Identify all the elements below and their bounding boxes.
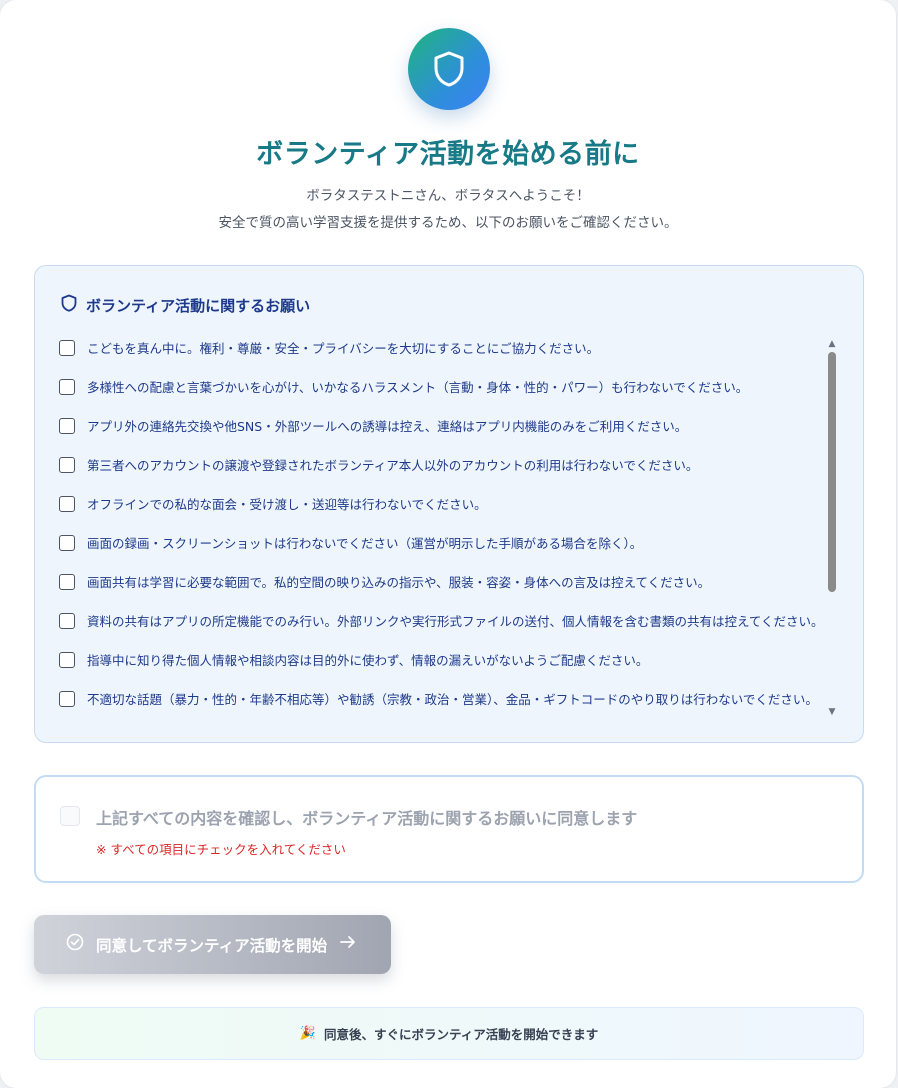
start-button-label: 同意してボランティア活動を開始 (96, 937, 328, 955)
rule-label: 資料の共有はアプリの所定機能でのみ行い。外部リンクや実行形式ファイルの送付、個人… (87, 614, 824, 629)
rule-checkbox[interactable] (59, 339, 75, 356)
rule-label: 不適切な話題（暴力・性的・年齢不相応等）や勧誘（宗教・政治・営業）、金品・ギフト… (87, 692, 818, 707)
rule-checkbox[interactable] (59, 417, 75, 434)
rules-heading: ボランティア活動に関するお願い (61, 294, 310, 316)
rule-checkbox[interactable] (59, 612, 75, 629)
arrow-right-icon (339, 935, 357, 954)
rule-item[interactable]: こどもを真ん中に。権利・尊厳・安全・プライバシーを大切にすることにご協力ください… (59, 328, 829, 367)
agreement-label[interactable]: 上記すべての内容を確認し、ボランティア活動に関するお願いに同意します (96, 805, 637, 829)
rule-checkbox[interactable] (59, 495, 75, 512)
rule-item[interactable]: 指導中に知り得た個人情報や相談内容は目的外に使わず、情報の漏えいがないようご配慮… (59, 640, 829, 679)
rule-label: こどもを真ん中に。権利・尊厳・安全・プライバシーを大切にすることにご協力ください… (87, 341, 600, 356)
rules-panel: ボランティア活動に関するお願い こどもを真ん中に。権利・尊厳・安全・プライバシー… (34, 265, 864, 743)
rule-checkbox[interactable] (59, 651, 75, 668)
rule-item[interactable]: 画面共有は学習に必要な範囲で。私的空間の映り込みの指示や、服装・容姿・身体への言… (59, 562, 829, 601)
rule-item[interactable]: 第三者へのアカウントの譲渡や登録されたボランティア本人以外のアカウントの利用は行… (59, 445, 829, 484)
check-circle-icon (66, 933, 84, 956)
rule-checkbox[interactable] (59, 690, 75, 707)
rule-item[interactable]: 多様性への配慮と言葉づかいを心がけ、いかなるハラスメント（言動・身体・性的・パワ… (59, 367, 829, 406)
shield-outline-icon (61, 294, 77, 316)
rule-item[interactable]: アプリ外の連絡先交換や他SNS・外部ツールへの誘導は控え、連絡はアプリ内機能のみ… (59, 406, 829, 445)
rule-checkbox[interactable] (59, 456, 75, 473)
rules-heading-text: ボランティア活動に関するお願い (86, 296, 311, 315)
shield-icon (408, 28, 490, 110)
rule-label: 第三者へのアカウントの譲渡や登録されたボランティア本人以外のアカウントの利用は行… (87, 458, 699, 473)
rule-checkbox[interactable] (59, 378, 75, 395)
start-volunteer-button[interactable]: 同意してボランティア活動を開始 (34, 915, 391, 974)
page-title: ボランティア活動を始める前に (256, 139, 640, 170)
rule-item[interactable]: 資料の共有はアプリの所定機能でのみ行い。外部リンクや実行形式ファイルの送付、個人… (59, 601, 829, 640)
rule-label: アプリ外の連絡先交換や他SNS・外部ツールへの誘導は控え、連絡はアプリ内機能のみ… (87, 419, 688, 434)
rule-label: 画面の録画・スクリーンショットは行わないでください（運営が明示した手順がある場合… (87, 536, 643, 551)
onboarding-card: ボランティア活動を始める前に ボラタステストニさん、ボラタスへようこそ！ 安全で… (0, 0, 896, 1088)
scroll-up-icon[interactable]: ▲ (825, 338, 839, 350)
rule-item[interactable]: 不適切な話題（暴力・性的・年齢不相応等）や勧誘（宗教・政治・営業）、金品・ギフト… (59, 679, 829, 718)
rule-label: オフラインでの私的な面会・受け渡し・送迎等は行わないでください。 (87, 497, 487, 512)
rules-scrollbar[interactable]: ▲ ▼ (825, 338, 839, 718)
rule-checkbox[interactable] (59, 573, 75, 590)
rule-label: 画面共有は学習に必要な範囲で。私的空間の映り込みの指示や、服装・容姿・身体への言… (87, 575, 711, 590)
note-text: 同意後、すぐにボランティア活動を開始できます (323, 1027, 599, 1042)
subtitle-text: 安全で質の高い学習支援を提供するため、以下のお願いをご確認ください。 (218, 215, 678, 231)
rule-item[interactable]: 画面の録画・スクリーンショットは行わないでください（運営が明示した手順がある場合… (59, 523, 829, 562)
rule-checkbox[interactable] (59, 534, 75, 551)
scroll-down-icon[interactable]: ▼ (825, 706, 839, 718)
rule-label: 多様性への配慮と言葉づかいを心がけ、いかなるハラスメント（言動・身体・性的・パワ… (87, 380, 749, 395)
scroll-thumb[interactable] (828, 352, 836, 592)
info-note: 🎉 同意後、すぐにボランティア活動を開始できます (34, 1007, 864, 1060)
agreement-panel: 上記すべての内容を確認し、ボランティア活動に関するお願いに同意します ※ すべて… (34, 775, 864, 883)
rule-label: 指導中に知り得た個人情報や相談内容は目的外に使わず、情報の漏えいがないようご配慮… (87, 653, 649, 668)
agreement-warning: ※ すべての項目にチェックを入れてください (96, 842, 346, 857)
party-popper-icon: 🎉 (299, 1026, 316, 1041)
agreement-checkbox[interactable] (60, 806, 80, 826)
rule-item[interactable]: オフラインでの私的な面会・受け渡し・送迎等は行わないでください。 (59, 484, 829, 523)
greeting-text: ボラタステストニさん、ボラタスへようこそ！ (306, 188, 590, 204)
rules-list[interactable]: こどもを真ん中に。権利・尊厳・安全・プライバシーを大切にすることにご協力ください… (59, 328, 829, 720)
